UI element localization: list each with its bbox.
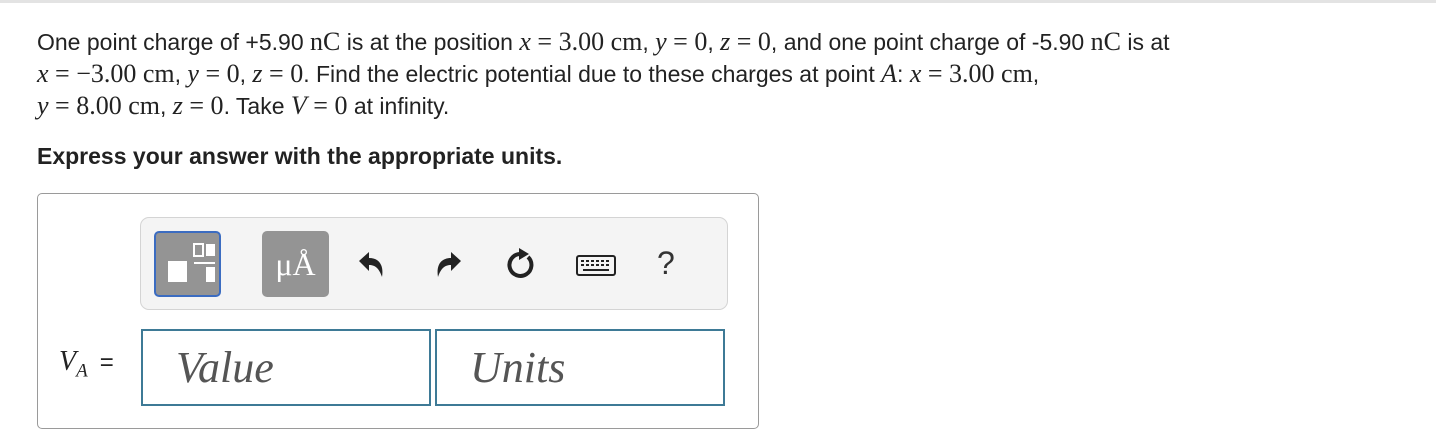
math-var-a: A [881, 59, 898, 88]
answer-variable-label: VA = [59, 346, 114, 383]
math-var-y: y [37, 91, 49, 120]
math-value: = 0 [666, 27, 708, 56]
text: is at [1120, 29, 1170, 55]
text: , [159, 93, 173, 119]
text: , [707, 29, 721, 55]
answer-instruction: Express your answer with the appropriate… [37, 143, 563, 169]
problem-statement: One point charge of +5.90 nC is at the p… [37, 26, 1417, 122]
undo-icon[interactable] [353, 247, 389, 283]
reset-icon[interactable] [502, 247, 538, 283]
redo-icon[interactable] [431, 247, 467, 283]
math-toolbar: μÅ ? [140, 217, 728, 310]
math-value: = 3.00 cm [530, 27, 643, 56]
unit-nc: nC [1090, 27, 1121, 56]
problem-line-2: x = −3.00 cm, y = 0, z = 0. Find the ele… [37, 58, 1417, 90]
math-value: = 0 [182, 91, 224, 120]
math-var-x: x [37, 59, 49, 88]
text: . Take [223, 93, 291, 119]
math-value: = 8.00 cm [48, 91, 160, 120]
unit-nc: nC [310, 27, 341, 56]
math-value: = 0 [262, 59, 304, 88]
math-value: = −3.00 cm [48, 59, 175, 88]
problem-line-1: One point charge of +5.90 nC is at the p… [37, 26, 1417, 58]
text: : [897, 61, 910, 87]
math-value: = 0 [306, 91, 348, 120]
templates-button[interactable] [154, 231, 221, 297]
math-var-x: x [519, 27, 531, 56]
text: One point charge of +5.90 [37, 29, 311, 55]
math-var-z: z [720, 27, 731, 56]
top-divider [0, 0, 1436, 3]
units-field[interactable] [435, 329, 725, 406]
text: , [239, 61, 253, 87]
text: , [642, 29, 656, 55]
math-value: = 0 [198, 59, 240, 88]
keyboard-icon[interactable] [574, 247, 618, 283]
text: , [174, 61, 188, 87]
math-var-x: x [909, 59, 922, 88]
math-var-z: z [252, 59, 263, 88]
text: . Find the electric potential due to the… [303, 61, 882, 87]
units-input[interactable] [437, 331, 723, 404]
equals-sign: = [99, 349, 114, 376]
units-button[interactable]: μÅ [262, 231, 329, 297]
value-input[interactable] [143, 331, 429, 404]
text: is at the position [340, 29, 520, 55]
templates-icon [168, 243, 215, 282]
math-var-z: z [172, 91, 183, 120]
variable-symbol: V [59, 346, 77, 377]
units-icon: μÅ [275, 246, 316, 282]
help-icon: ? [657, 245, 675, 281]
math-value: = 3.00 cm [921, 59, 1033, 88]
math-value: = 0 [730, 27, 771, 56]
text: at infinity. [347, 93, 450, 119]
math-var-y: y [187, 59, 199, 88]
text: , [1032, 61, 1040, 87]
answer-panel: μÅ ? VA = [37, 193, 759, 429]
help-button[interactable]: ? [657, 245, 675, 282]
math-var-y: y [655, 27, 667, 56]
math-var-v: V [290, 91, 307, 120]
text: , and one point charge of -5.90 [770, 29, 1091, 55]
problem-line-3: y = 8.00 cm, z = 0. Take V = 0 at infini… [37, 90, 1417, 122]
variable-subscript: A [76, 360, 88, 382]
value-field[interactable] [141, 329, 431, 406]
